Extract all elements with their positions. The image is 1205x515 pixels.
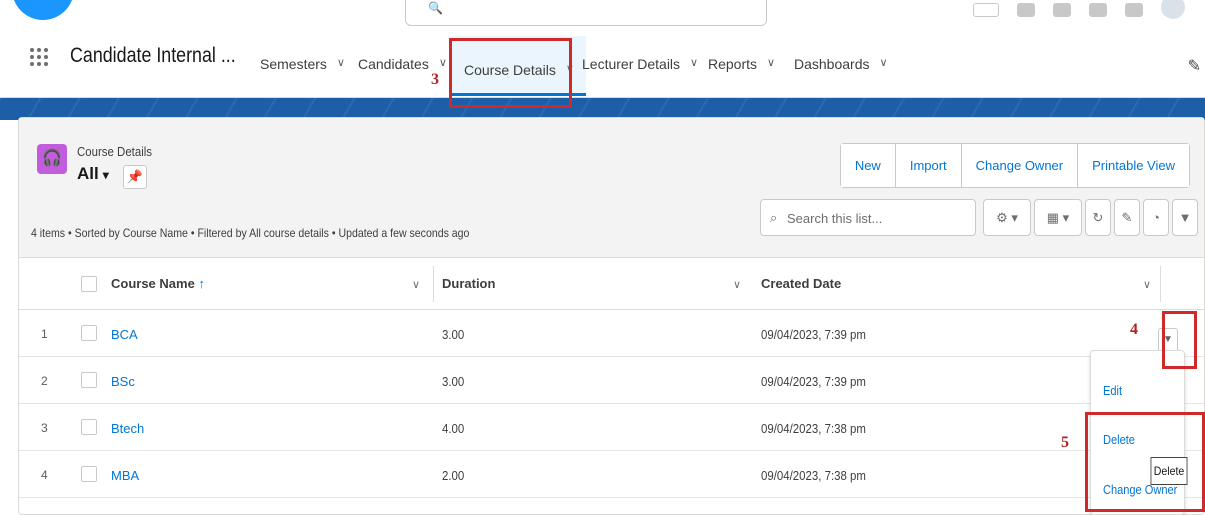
add-icon[interactable] [1017, 3, 1035, 17]
select-all-checkbox[interactable] [81, 276, 97, 292]
row-number: 3 [41, 421, 48, 435]
inline-edit-pencil-icon[interactable]: ✎ [1114, 199, 1140, 236]
list-info-text: 4 items • Sorted by Course Name • Filter… [31, 226, 470, 240]
app-navigation-bar: Candidate Internal ... Semesters ∨ Candid… [0, 36, 1205, 98]
annotation-box-delete [1085, 412, 1205, 512]
nav-tab-label: Reports [708, 56, 758, 72]
nav-tab-label: Semesters [260, 56, 327, 72]
global-header: 🔍 [0, 0, 1205, 36]
course-name-link[interactable]: MBA [111, 468, 139, 483]
annotation-step-4: 4 [1130, 321, 1138, 338]
list-search-input[interactable] [787, 206, 967, 230]
object-label: Course Details [77, 144, 153, 159]
filter-funnel-icon[interactable]: ▼ [1172, 199, 1198, 236]
nav-tab-dashboards[interactable]: Dashboards ∨ [794, 44, 888, 90]
refresh-icon[interactable]: ↻ [1085, 199, 1111, 236]
annotation-box-course-details [449, 38, 572, 108]
chevron-down-icon[interactable]: ∨ [767, 56, 775, 69]
column-divider[interactable] [1160, 266, 1161, 302]
import-button[interactable]: Import [895, 144, 962, 187]
chevron-down-icon[interactable]: ∨ [337, 56, 345, 69]
global-search-input[interactable]: 🔍 [405, 0, 767, 26]
list-settings-gear-icon[interactable]: ⚙ ▾ [983, 199, 1031, 236]
column-header-created-date[interactable]: Created Date [761, 276, 841, 291]
list-view-header: 🎧 Course Details All ▾ 📌 New Import Chang… [19, 118, 1204, 258]
search-icon: ⌕ [770, 210, 778, 225]
table-row: 1 BCA 3.00 09/04/2023, 7:39 pm [19, 311, 1204, 357]
list-view-selector[interactable]: All ▾ [77, 164, 109, 184]
new-button[interactable]: New [840, 144, 896, 187]
column-menu-chevron-icon[interactable]: ∨ [412, 278, 420, 291]
annotation-step-5: 5 [1061, 434, 1069, 451]
created-date-cell: 09/04/2023, 7:39 pm [761, 374, 866, 389]
table-row: 4 MBA 2.00 09/04/2023, 7:38 pm [19, 452, 1204, 498]
row-checkbox[interactable] [81, 325, 97, 341]
search-icon: 🔍 [428, 1, 443, 15]
help-icon[interactable] [1053, 3, 1071, 17]
chevron-down-icon[interactable]: ∨ [690, 56, 698, 69]
header-action-buttons: New Import Change Owner Printable View [839, 143, 1190, 188]
pin-icon[interactable]: 📌 [123, 165, 147, 189]
duration-cell: 3.00 [442, 374, 465, 389]
chevron-down-icon[interactable]: ∨ [880, 56, 888, 69]
nav-tab-label: Candidates [358, 56, 429, 72]
row-number: 1 [41, 327, 48, 341]
row-checkbox[interactable] [81, 372, 97, 388]
nav-tab-reports[interactable]: Reports ∨ [708, 44, 775, 90]
nav-tab-label: Dashboards [794, 56, 870, 72]
table-row: 2 BSc 3.00 09/04/2023, 7:39 pm [19, 358, 1204, 404]
user-avatar[interactable] [1161, 0, 1185, 19]
row-number: 4 [41, 468, 48, 482]
charts-icon[interactable]: ◔ [1143, 199, 1169, 236]
table-header-row: Course Name ↑ ∨ Duration ∨ Created Date … [19, 258, 1204, 310]
column-menu-chevron-icon[interactable]: ∨ [733, 278, 741, 291]
annotation-box-row-action [1162, 311, 1197, 369]
list-view-name: All [77, 164, 99, 183]
nav-tab-semesters[interactable]: Semesters ∨ [260, 44, 345, 90]
column-menu-chevron-icon[interactable]: ∨ [1143, 278, 1151, 291]
column-header-duration[interactable]: Duration [442, 276, 495, 291]
global-actions [973, 0, 1185, 20]
nav-tab-lecturer-details[interactable]: Lecturer Details ∨ [582, 44, 698, 90]
display-as-table-icon[interactable]: ▦ ▾ [1034, 199, 1082, 236]
course-name-link[interactable]: BSc [111, 374, 135, 389]
favorites-icon[interactable] [973, 3, 999, 17]
duration-cell: 2.00 [442, 468, 465, 483]
edit-nav-pencil-icon[interactable]: ✎ [1188, 56, 1201, 76]
annotation-step-3: 3 [431, 71, 439, 88]
created-date-cell: 09/04/2023, 7:38 pm [761, 421, 866, 436]
created-date-cell: 09/04/2023, 7:39 pm [761, 327, 866, 342]
list-search-box[interactable]: ⌕ [760, 199, 976, 236]
app-launcher-icon[interactable] [30, 48, 48, 66]
sort-ascending-icon: ↑ [198, 276, 205, 291]
headphones-icon: 🎧 [37, 144, 67, 174]
row-checkbox[interactable] [81, 466, 97, 482]
salesforce-logo[interactable] [12, 0, 74, 20]
setup-gear-icon[interactable] [1089, 3, 1107, 17]
printable-view-button[interactable]: Printable View [1078, 144, 1189, 187]
table-row: 3 Btech 4.00 09/04/2023, 7:38 pm [19, 405, 1204, 451]
row-number: 2 [41, 374, 48, 388]
column-header-course-name[interactable]: Course Name ↑ [111, 276, 205, 291]
list-view-card: 🎧 Course Details All ▾ 📌 New Import Chang… [18, 117, 1205, 515]
row-checkbox[interactable] [81, 419, 97, 435]
course-name-link[interactable]: Btech [111, 421, 144, 436]
column-divider[interactable] [433, 266, 434, 302]
notifications-bell-icon[interactable] [1125, 3, 1143, 17]
app-name: Candidate Internal ... [70, 44, 236, 67]
change-owner-button[interactable]: Change Owner [961, 144, 1079, 187]
caret-down-icon: ▾ [102, 168, 109, 182]
duration-cell: 4.00 [442, 421, 465, 436]
created-date-cell: 09/04/2023, 7:38 pm [761, 468, 866, 483]
menu-item-edit[interactable]: Edit [1103, 383, 1122, 398]
chevron-down-icon[interactable]: ∨ [439, 56, 447, 69]
duration-cell: 3.00 [442, 327, 465, 342]
column-label: Course Name [111, 276, 195, 291]
course-name-link[interactable]: BCA [111, 327, 138, 342]
nav-tab-label: Lecturer Details [582, 56, 681, 72]
